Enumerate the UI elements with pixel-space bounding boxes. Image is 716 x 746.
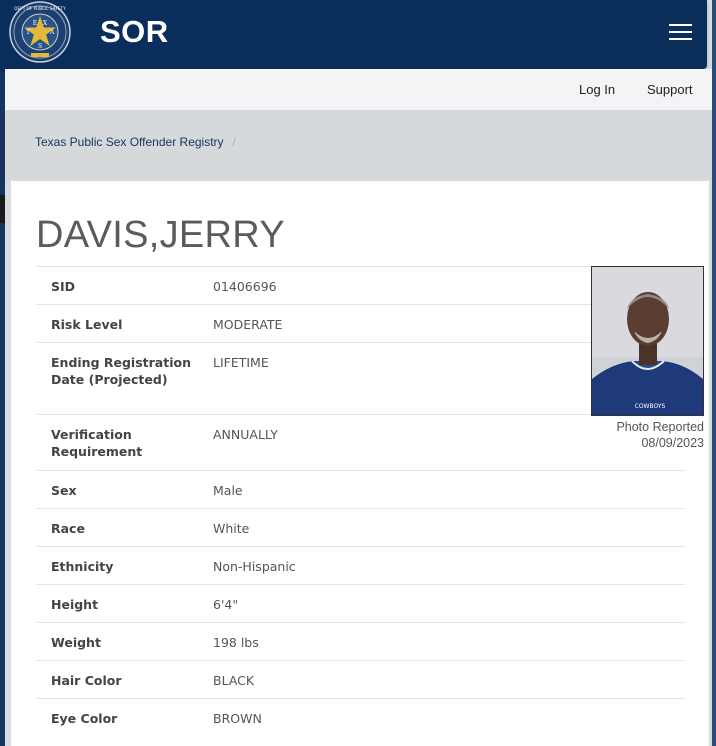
texas-dps-seal-icon[interactable]: DEPT OF PUBLIC SAFETY T E X A S	[9, 1, 71, 63]
row-label: Sex	[36, 470, 213, 509]
row-value: Non-Hispanic	[213, 546, 685, 585]
page-edge-marker	[0, 195, 5, 223]
login-link[interactable]: Log In	[579, 82, 615, 97]
table-row: Verification Requirement ANNUALLY	[36, 414, 685, 471]
row-value: 198 lbs	[213, 622, 685, 661]
top-header: DEPT OF PUBLIC SAFETY T E X A S SOR	[0, 0, 707, 69]
row-label: Ethnicity	[36, 546, 213, 585]
row-label: Eye Color	[36, 698, 213, 739]
table-row: Eye Color BROWN	[36, 698, 685, 739]
offender-name: DAVIS,JERRY	[36, 214, 285, 256]
row-value: BLACK	[213, 660, 685, 699]
breadcrumb-link-registry[interactable]: Texas Public Sex Offender Registry	[35, 135, 224, 149]
row-label: Hair Color	[36, 660, 213, 699]
row-value: 6'4"	[213, 584, 685, 623]
row-label: Risk Level	[36, 304, 213, 343]
table-row: Ethnicity Non-Hispanic	[36, 546, 685, 585]
table-row: Risk Level MODERATE	[36, 304, 685, 343]
breadcrumb-separator: /	[232, 135, 236, 149]
svg-text:S: S	[38, 43, 42, 50]
table-row: Height 6'4"	[36, 584, 685, 623]
table-row: SID 01406696	[36, 266, 685, 305]
page-edge-right	[712, 0, 716, 746]
offender-photo[interactable]: COWBOYS	[591, 266, 704, 416]
svg-text:X: X	[43, 20, 48, 27]
details-table: SID 01406696 Risk Level MODERATE Ending …	[36, 266, 685, 739]
table-row: Ending Registration Date (Projected) LIF…	[36, 342, 685, 415]
svg-text:E: E	[33, 20, 37, 27]
table-row: Hair Color BLACK	[36, 660, 685, 699]
breadcrumb-band: Texas Public Sex Offender Registry /	[5, 111, 712, 181]
photo-shirt-text: COWBOYS	[635, 403, 666, 410]
offender-profile-card: DAVIS,JERRY SID 01406696 Risk Level MODE…	[11, 181, 709, 746]
row-label: Weight	[36, 622, 213, 661]
row-value: Male	[213, 470, 685, 509]
breadcrumb: Texas Public Sex Offender Registry /	[35, 135, 236, 149]
table-row: Sex Male	[36, 470, 685, 509]
photo-caption: Photo Reported 08/09/2023	[591, 419, 704, 451]
row-label: Height	[36, 584, 213, 623]
secondary-nav: Log In Support	[5, 69, 712, 111]
brand-title[interactable]: SOR	[100, 14, 169, 50]
offender-photo-block: COWBOYS Photo Reported 08/09/2023	[591, 266, 704, 451]
svg-text:DEPT OF PUBLIC SAFETY: DEPT OF PUBLIC SAFETY	[14, 6, 66, 11]
row-value: White	[213, 508, 685, 547]
row-value: BROWN	[213, 698, 685, 739]
row-label: Race	[36, 508, 213, 547]
row-label: Ending Registration Date (Projected)	[36, 342, 213, 415]
support-link[interactable]: Support	[647, 82, 693, 97]
photo-caption-label: Photo Reported	[616, 420, 704, 434]
svg-text:T: T	[26, 29, 30, 36]
svg-text:A: A	[49, 29, 55, 36]
photo-caption-date: 08/09/2023	[641, 436, 704, 450]
table-row: Race White	[36, 508, 685, 547]
row-label: SID	[36, 266, 213, 305]
row-label: Verification Requirement	[36, 414, 213, 471]
table-row: Weight 198 lbs	[36, 622, 685, 661]
hamburger-menu-icon[interactable]	[669, 24, 692, 40]
